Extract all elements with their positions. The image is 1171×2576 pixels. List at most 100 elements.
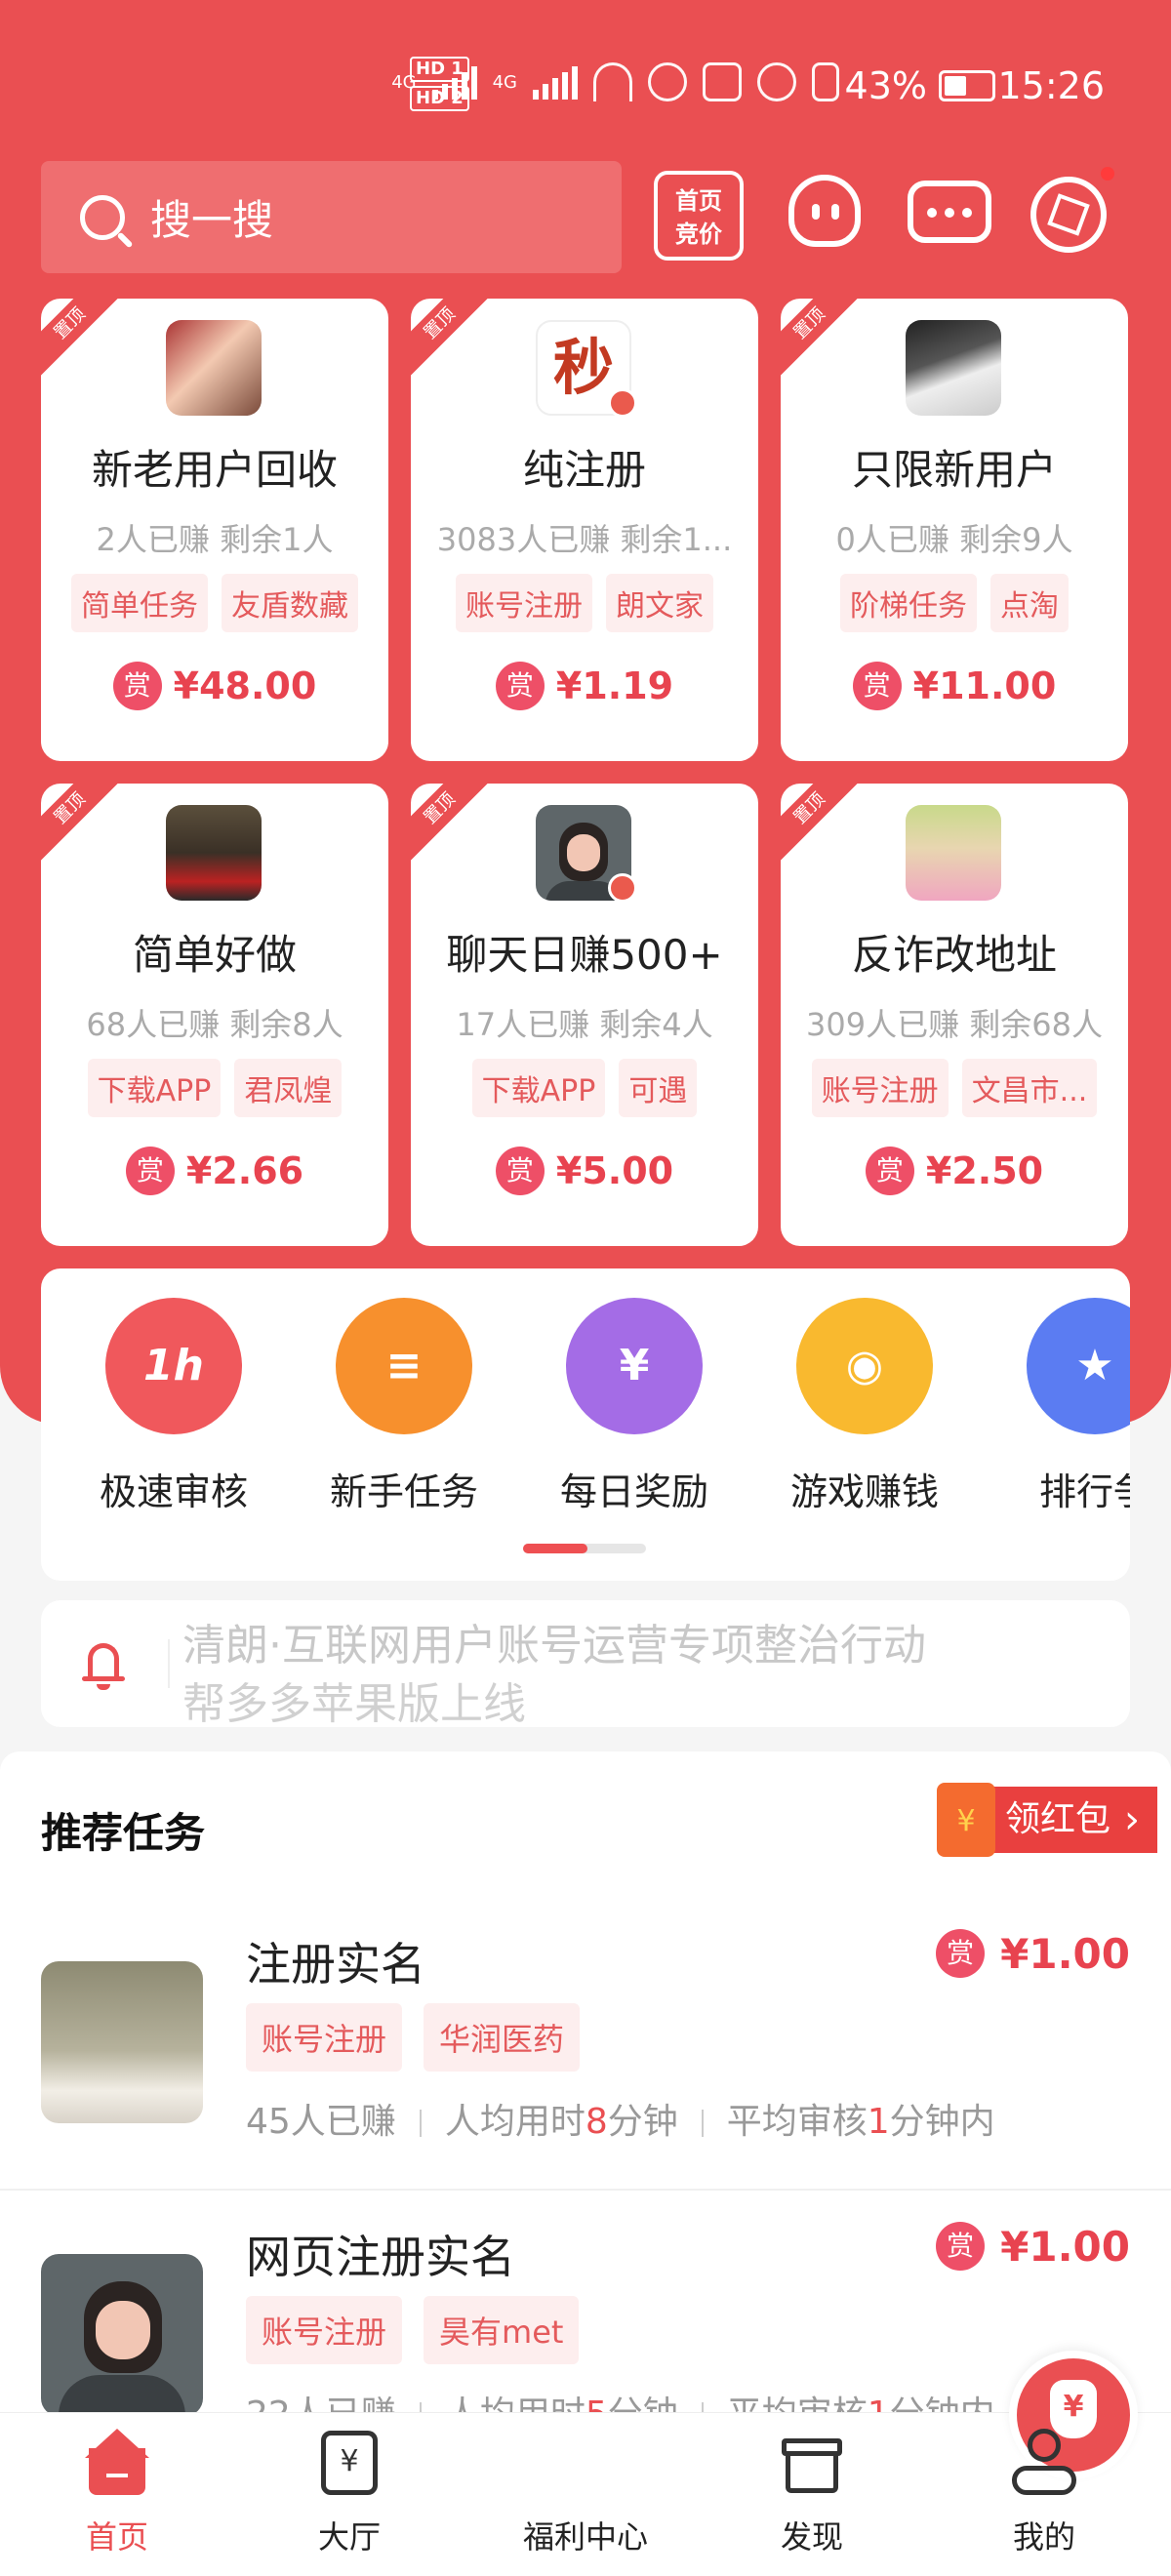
verified-badge-icon — [608, 388, 637, 418]
clock: 15:26 — [997, 64, 1105, 107]
task-price: ¥48.00 — [173, 664, 317, 707]
task-tag: 下载APP — [471, 1059, 606, 1117]
task-card[interactable]: 置顶 简单好做 68人已赚 剩余8人 下载APP 君凤煌 赏 ¥2.66 — [41, 784, 388, 1246]
nav-hall[interactable]: ¥ 大厅 — [252, 2427, 447, 2557]
red-envelope-icon — [937, 1783, 995, 1857]
money-bag-icon: ¥ — [566, 1298, 703, 1434]
review-time-label: 平均审核 — [726, 2102, 868, 2142]
homepage-bid-button[interactable]: 首页 竞价 — [654, 171, 744, 261]
quick-entry-label: 极速审核 — [99, 1470, 248, 1513]
nav-home[interactable]: 首页 — [20, 2427, 215, 2557]
nav-profile[interactable]: 我的 — [947, 2427, 1142, 2557]
quick-entry-glyph: ★ — [1075, 1341, 1114, 1390]
task-stats: 2人已赚 剩余1人 — [96, 521, 334, 558]
task-price: ¥1.00 — [1000, 2222, 1130, 2271]
task-price: ¥1.00 — [1000, 1929, 1130, 1978]
task-title: 纯注册 — [522, 446, 646, 494]
reward-badge-icon: 赏 — [936, 1929, 986, 1978]
nav-welfare-center[interactable]: 福利中心 — [488, 2351, 1138, 2557]
clipboard-icon: ≡ — [336, 1298, 472, 1434]
task-card[interactable]: 置顶 新老用户回收 2人已赚 剩余1人 简单任务 友盾数藏 赏 ¥48.00 — [41, 299, 388, 761]
task-meta: 45人已赚 人均用时8分钟 平均审核1分钟内 — [246, 2093, 995, 2144]
task-card[interactable]: 置顶 只限新用户 0人已赚 剩余9人 阶梯任务 点淘 赏 ¥11.00 — [781, 299, 1128, 761]
quick-entry-glyph: ◉ — [845, 1341, 884, 1390]
task-tag: 简单任务 — [71, 574, 208, 632]
quick-entry-glyph: ¥ — [619, 1341, 650, 1390]
camera-shutter-icon[interactable] — [1027, 167, 1114, 257]
task-stats: 309人已赚 剩余68人 — [806, 1006, 1103, 1043]
reward-badge-icon: 赏 — [936, 2222, 986, 2271]
customer-service-icon[interactable] — [783, 173, 867, 257]
earned-count: 45人已赚 — [246, 2102, 396, 2142]
battery-percent: 43% — [844, 64, 927, 107]
quick-entry-ranking[interactable]: ★ 排行争 — [997, 1298, 1130, 1515]
announcement-line: 帮多多苹果版上线 — [182, 1679, 526, 1727]
quick-entry-fast-review[interactable]: 1h 极速审核 — [76, 1298, 271, 1515]
announcement-bar[interactable]: 清朗·互联网用户账号运营专项整治行动 帮多多苹果版上线 — [41, 1600, 1130, 1727]
quick-entry-label: 新手任务 — [329, 1470, 478, 1513]
bid-label-line2: 竞价 — [675, 221, 722, 248]
task-price: ¥11.00 — [912, 664, 1057, 707]
eye-icon — [648, 62, 687, 101]
nav-label: 大厅 — [317, 2518, 381, 2556]
reward-badge-icon: 赏 — [495, 1147, 545, 1195]
task-tag: 点淘 — [990, 574, 1069, 632]
gamepad-icon: ◉ — [796, 1298, 933, 1434]
task-title: 网页注册实名 — [246, 2231, 515, 2283]
task-title: 聊天日赚500+ — [446, 931, 723, 979]
task-card[interactable]: 置顶 秒 纯注册 3083人已赚 剩余1... 账号注册 朗文家 赏 ¥1.19 — [411, 299, 758, 761]
task-price: ¥5.00 — [555, 1149, 674, 1192]
quick-entry-newbie-tasks[interactable]: ≡ 新手任务 — [306, 1298, 502, 1515]
task-stats: 17人已赚 剩余4人 — [456, 1006, 713, 1043]
section-title: 推荐任务 — [41, 1809, 206, 1857]
task-stats: 0人已赚 剩余9人 — [835, 521, 1073, 558]
quick-entry-label: 游戏赚钱 — [789, 1470, 939, 1513]
task-tag: 文昌市... — [961, 1059, 1098, 1117]
message-icon[interactable] — [908, 173, 991, 257]
vibrate-icon — [812, 62, 839, 101]
home-icon — [81, 2427, 153, 2499]
battery-icon — [939, 70, 995, 101]
nav-discover[interactable]: 发现 — [714, 2427, 909, 2557]
quick-entry-glyph: 1h — [143, 1341, 204, 1390]
task-tag: 君凤煌 — [234, 1059, 343, 1117]
signal2-icon — [533, 64, 578, 100]
task-tag: 昊有met — [424, 2296, 580, 2364]
task-price: ¥2.66 — [185, 1149, 304, 1192]
reward-badge-icon: 赏 — [125, 1147, 175, 1195]
task-tag: 友盾数藏 — [222, 574, 358, 632]
nav-label: 发现 — [780, 2518, 843, 2556]
task-thumbnail — [41, 1961, 203, 2123]
quick-entry-panel: 1h 极速审核 ≡ 新手任务 ¥ 每日奖励 ◉ 游戏赚钱 ★ 排行争 — [41, 1268, 1130, 1581]
task-title: 简单好做 — [132, 931, 297, 979]
search-bar[interactable]: 搜一搜 — [41, 161, 622, 273]
red-packet-label: 领红包 — [1005, 1799, 1111, 1839]
quick-entry-game-earn[interactable]: ◉ 游戏赚钱 — [767, 1298, 962, 1515]
task-card[interactable]: 置顶 聊天日赚500+ 17人已赚 剩余4人 下载APP 可遇 赏 ¥5.00 — [411, 784, 758, 1246]
task-price: ¥1.19 — [555, 664, 674, 707]
task-tag: 账号注册 — [246, 2296, 403, 2364]
task-card[interactable]: 置顶 反诈改地址 309人已赚 剩余68人 账号注册 文昌市... 赏 ¥2.5… — [781, 784, 1128, 1246]
task-row[interactable]: 注册实名 账号注册 华润医药 45人已赚 人均用时8分钟 平均审核1分钟内 赏 ¥1… — [0, 1898, 1171, 2191]
review-time-value: 1 — [867, 2102, 890, 2142]
trophy-icon: ★ — [1027, 1298, 1130, 1434]
task-tag: 账号注册 — [456, 574, 592, 632]
task-title: 只限新用户 — [851, 446, 1057, 494]
task-tag: 账号注册 — [246, 2003, 403, 2072]
task-avatar — [166, 320, 262, 416]
quick-entry-label: 每日奖励 — [559, 1470, 708, 1513]
carousel-indicator — [523, 1544, 646, 1553]
nav-label: 福利中心 — [522, 2518, 648, 2556]
reward-badge-icon: 赏 — [495, 662, 545, 710]
net1-label: 4G — [391, 71, 417, 93]
bell-icon — [82, 1639, 125, 1690]
red-packet-button[interactable]: 领红包 › — [937, 1783, 1157, 1857]
task-tag: 华润医药 — [424, 2003, 581, 2072]
nav-label: 我的 — [1012, 2518, 1075, 2556]
task-stats: 3083人已赚 剩余1... — [436, 521, 733, 558]
task-avatar — [906, 320, 1001, 416]
quick-entry-daily-reward[interactable]: ¥ 每日奖励 — [537, 1298, 732, 1515]
profile-icon — [1008, 2427, 1080, 2499]
nfc-icon — [703, 62, 742, 101]
announcement-line: 清朗·互联网用户账号运营专项整治行动 — [182, 1621, 926, 1670]
